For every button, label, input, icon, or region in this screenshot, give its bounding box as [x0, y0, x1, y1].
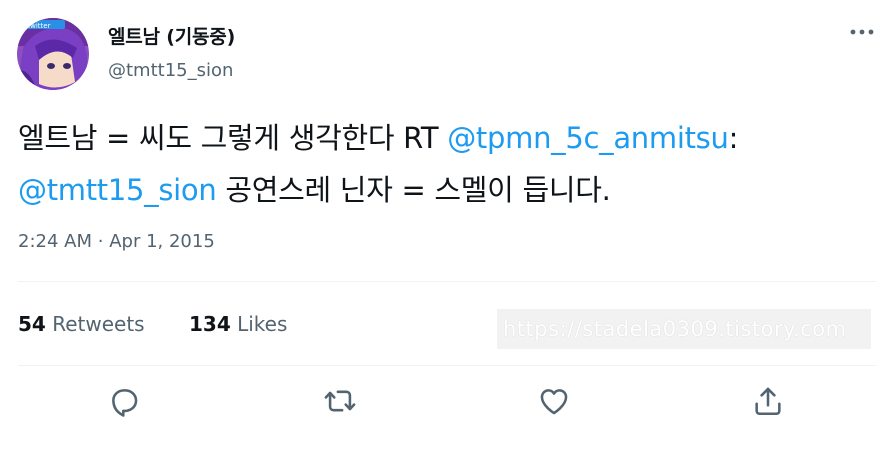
reply-icon [112, 389, 138, 417]
display-name[interactable]: 엘트남 (기동중) [108, 22, 235, 49]
avatar-badge: Twitter [26, 22, 51, 30]
likes-count: 134 [189, 312, 231, 336]
likes-stat[interactable]: 134 Likes [189, 312, 287, 336]
more-icon [850, 29, 874, 35]
share-icon [755, 387, 781, 416]
reply-button[interactable] [107, 384, 141, 418]
tweet-text-part: : [728, 121, 739, 155]
like-button[interactable] [537, 384, 571, 418]
tweet-text: 엘트남 = 씨도 그렇게 생각한다 RT @tpmn_5c_anmitsu: @t… [18, 112, 878, 216]
avatar[interactable]: Twitter [17, 18, 89, 90]
retweet-button[interactable] [323, 384, 357, 418]
divider [18, 365, 876, 366]
timestamp-separator: · [97, 231, 104, 252]
tweet-date[interactable]: Apr 1, 2015 [109, 231, 215, 252]
tweet-text-part: 공연스레 닌자 = 스멜이 듭니다. [216, 173, 611, 207]
tweet-time[interactable]: 2:24 AM [18, 231, 92, 252]
mention-link[interactable]: @tpmn_5c_anmitsu [447, 121, 729, 155]
user-handle[interactable]: @tmtt15_sion [108, 60, 233, 81]
mention-link[interactable]: @tmtt15_sion [18, 173, 217, 207]
avatar-image: Twitter [17, 18, 89, 90]
retweet-icon [324, 390, 356, 412]
watermark: https://stadela0309.tistory.com [497, 309, 871, 349]
share-button[interactable] [751, 384, 785, 418]
tweet-timestamp[interactable]: 2:24 AM · Apr 1, 2015 [18, 231, 215, 252]
like-icon [540, 389, 568, 415]
retweets-count: 54 [18, 312, 46, 336]
retweets-stat[interactable]: 54 Retweets [18, 312, 145, 336]
divider [18, 281, 876, 282]
tweet-card: Twitter 엘트남 (기동중) @tmtt15_sion 엘트남 = 씨도 … [0, 0, 894, 454]
retweets-label: Retweets [52, 312, 145, 336]
more-options-button[interactable] [846, 22, 878, 42]
likes-label: Likes [237, 312, 288, 336]
tweet-text-part: 엘트남 = 씨도 그렇게 생각한다 RT [18, 121, 448, 155]
